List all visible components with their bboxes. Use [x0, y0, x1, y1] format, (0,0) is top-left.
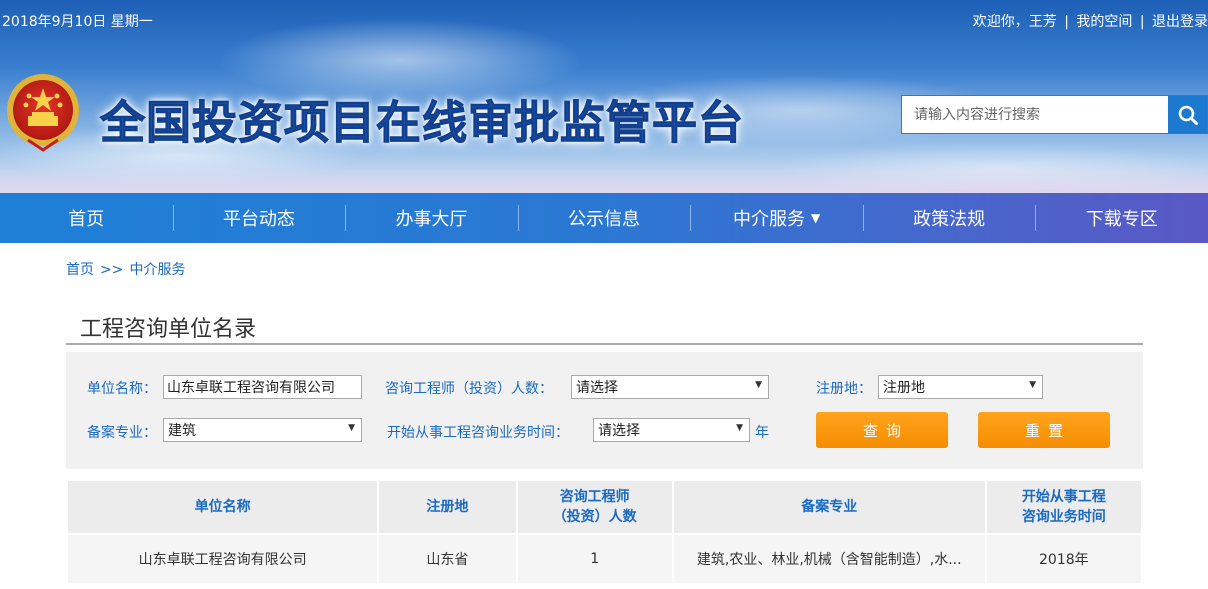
site-title: 全国投资项目在线审批监管平台 [99, 96, 745, 150]
breadcrumb-current[interactable]: 中介服务 [129, 262, 185, 278]
year-suffix: 年 [755, 425, 769, 441]
nav-item-intermediary-services[interactable]: 中介服务 ▼ [690, 193, 863, 243]
nav-item-service-hall[interactable]: 办事大厅 [345, 193, 518, 243]
column-header-region: 注册地 [379, 481, 516, 533]
search-box [901, 95, 1208, 134]
nav-item-label: 平台动态 [222, 209, 295, 230]
filter-panel: 单位名称： 咨询工程师（投资）人数： 请选择 ▼ 注册地： 注册地 ▼ 备案专业… [66, 352, 1143, 469]
column-header-engineers: 咨询工程师 （投资）人数 [517, 481, 672, 533]
separator: | [1139, 14, 1145, 30]
select-value: 注册地 [883, 380, 925, 396]
nav-item-downloads[interactable]: 下载专区 [1035, 193, 1208, 243]
nav-item-label: 办事大厅 [395, 209, 468, 230]
engineers-count-label: 咨询工程师（投资）人数： [385, 381, 553, 397]
nav-item-label: 首页 [68, 209, 105, 230]
cell-engineers: 1 [517, 533, 672, 583]
site-banner: 2018年9月10日 星期一 欢迎你，王芳 | 我的空间 | 退出登录 全国投资… [0, 0, 1208, 193]
user-links: 欢迎你，王芳 | 我的空间 | 退出登录 [973, 11, 1208, 31]
header-line: 开始从事工程 [1021, 489, 1106, 505]
column-header-start-time: 开始从事工程 咨询业务时间 [986, 481, 1141, 533]
national-emblem-icon [7, 74, 79, 152]
breadcrumb-separator: >> [100, 262, 124, 278]
table-header-row: 单位名称 注册地 咨询工程师 （投资）人数 备案专业 开始从事工程 咨询业务时间 [68, 481, 1141, 533]
dropdown-arrow-icon: ▼ [736, 423, 743, 433]
nav-item-label: 政策法规 [913, 209, 986, 230]
separator: | [1064, 14, 1069, 30]
dropdown-arrow-icon: ▼ [348, 423, 355, 433]
search-input[interactable] [902, 96, 1168, 133]
nav-item-policies[interactable]: 政策法规 [862, 193, 1036, 243]
select-value: 建筑 [168, 423, 196, 439]
nav-item-platform-news[interactable]: 平台动态 [172, 193, 346, 243]
reset-button[interactable]: 重置 [978, 412, 1110, 448]
region-label: 注册地： [816, 381, 872, 397]
header-line: （投资）人数 [552, 509, 637, 525]
main-nav: 首页 平台动态 办事大厅 公示信息 中介服务 ▼ 政策法规 下载专区 [0, 193, 1208, 243]
dropdown-arrow-icon: ▼ [1029, 380, 1036, 390]
dropdown-arrow-icon: ▼ [755, 380, 762, 390]
search-icon [1178, 105, 1198, 125]
select-value: 请选择 [576, 380, 618, 396]
nav-item-label: 下载专区 [1085, 209, 1158, 230]
start-time-label: 开始从事工程咨询业务时间： [387, 425, 569, 441]
welcome-text: 欢迎你，王芳 [972, 14, 1057, 30]
nav-item-public-info[interactable]: 公示信息 [517, 193, 691, 243]
breadcrumb: 首页 >> 中介服务 [66, 259, 185, 279]
title-divider [66, 343, 1143, 345]
search-button[interactable] [1168, 96, 1207, 133]
unit-name-label: 单位名称： [87, 381, 157, 397]
cell-unit-name[interactable]: 山东卓联工程咨询有限公司 [68, 533, 378, 583]
specialty-label: 备案专业： [87, 425, 157, 441]
my-space-link[interactable]: 我的空间 [1076, 14, 1132, 30]
cell-region: 山东省 [379, 533, 516, 583]
current-date: 2018年9月10日 星期一 [2, 14, 153, 30]
results-table: 单位名称 注册地 咨询工程师 （投资）人数 备案专业 开始从事工程 咨询业务时间… [66, 481, 1143, 583]
caret-down-icon: ▼ [810, 211, 821, 225]
table-row[interactable]: 山东卓联工程咨询有限公司 山东省 1 建筑,农业、林业,机械（含智能制造）,水.… [68, 533, 1141, 583]
query-button[interactable]: 查询 [816, 412, 948, 448]
engineers-count-select[interactable]: 请选择 ▼ [571, 375, 769, 399]
column-header-unit-name: 单位名称 [68, 481, 378, 533]
unit-name-input[interactable] [163, 375, 362, 399]
page-title: 工程咨询单位名录 [80, 317, 257, 342]
nav-item-label: 公示信息 [568, 209, 641, 230]
breadcrumb-home[interactable]: 首页 [66, 262, 94, 278]
cell-start-time: 2018年 [986, 533, 1141, 583]
header-line: 咨询工程师 [559, 489, 630, 505]
region-select[interactable]: 注册地 ▼ [878, 375, 1043, 399]
logout-link[interactable]: 退出登录 [1152, 14, 1208, 30]
header-line: 咨询业务时间 [1021, 509, 1106, 525]
nav-item-home[interactable]: 首页 [0, 193, 173, 243]
nav-item-label: 中介服务 [732, 209, 805, 230]
column-header-specialty: 备案专业 [673, 481, 985, 533]
start-time-select[interactable]: 请选择 ▼ [593, 418, 750, 442]
select-value: 请选择 [598, 423, 640, 439]
cell-specialty: 建筑,农业、林业,机械（含智能制造）,水... [673, 533, 985, 583]
specialty-select[interactable]: 建筑 ▼ [163, 418, 362, 442]
